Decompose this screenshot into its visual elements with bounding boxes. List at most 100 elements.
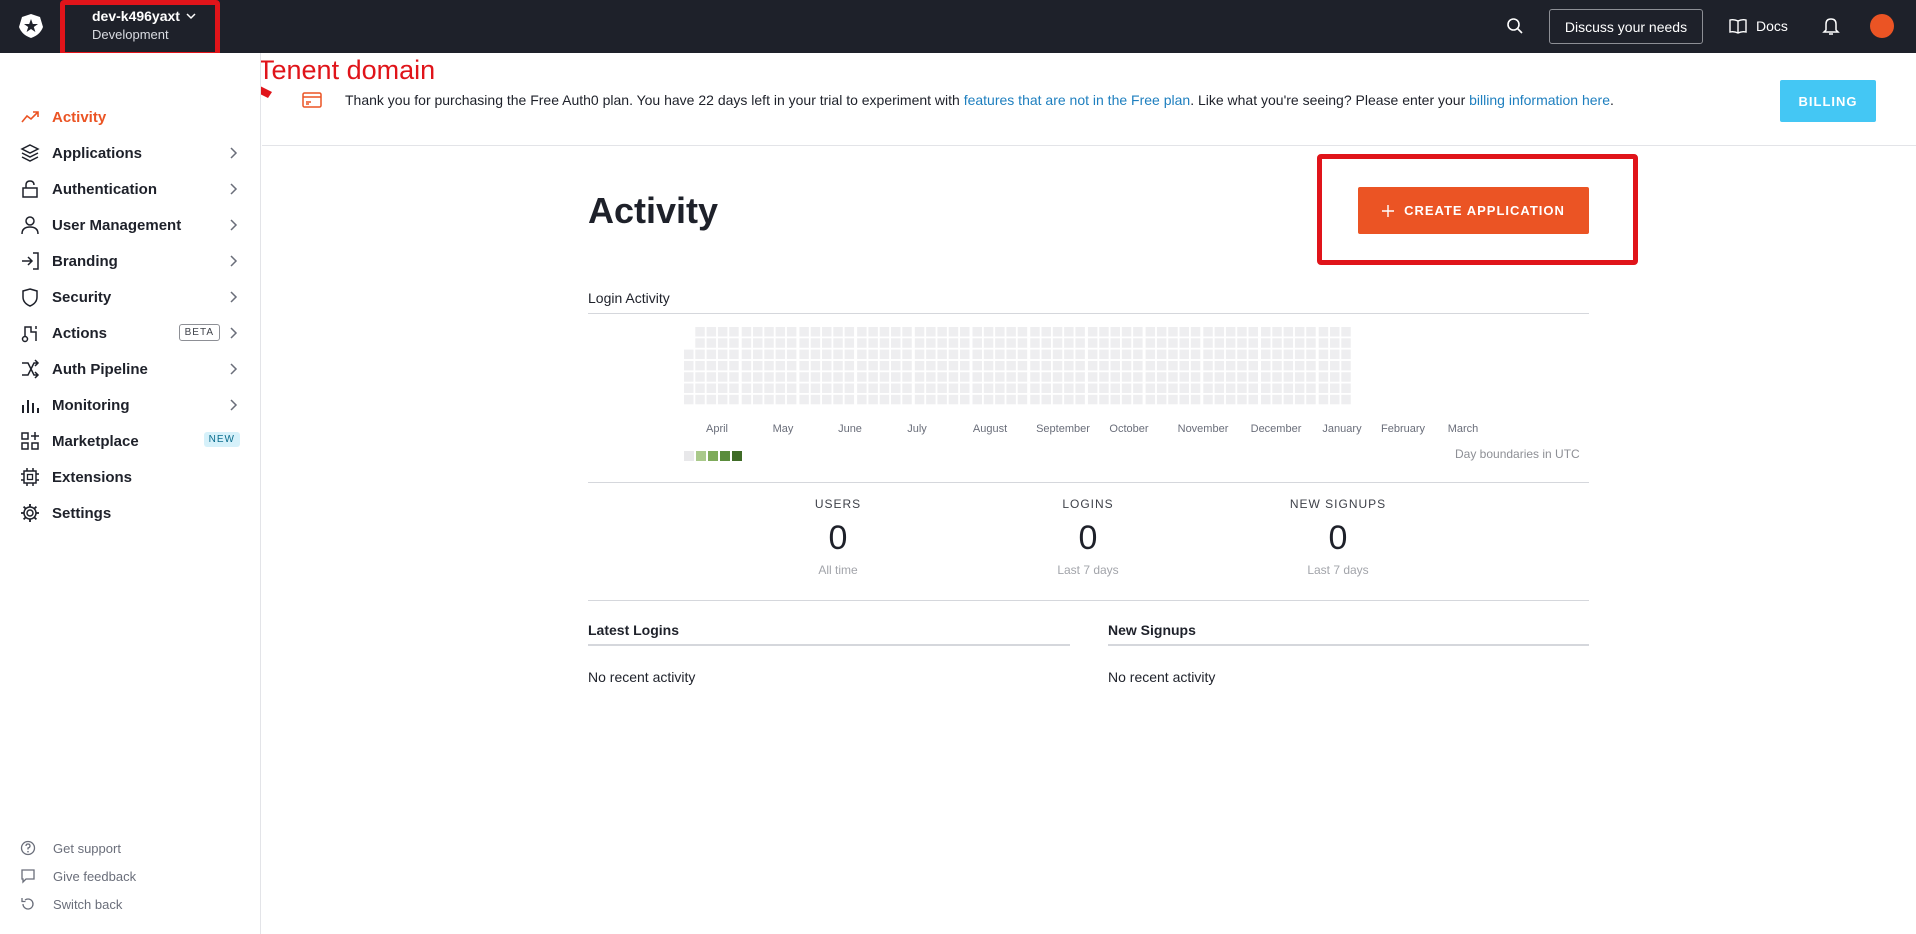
heatmap-cell <box>1283 360 1294 371</box>
heatmap-cell <box>1203 383 1213 393</box>
heatmap-cell <box>1145 338 1156 348</box>
docs-link[interactable]: Docs <box>1729 15 1788 37</box>
heatmap-cell <box>926 372 936 382</box>
sidebar-item-auth-pipeline[interactable]: Auth Pipeline <box>20 352 240 386</box>
heatmap-cell <box>822 360 832 371</box>
layers-icon <box>20 143 40 163</box>
heatmap-cell <box>1030 327 1040 337</box>
sidebar-item-authentication[interactable]: Authentication <box>20 172 240 206</box>
heatmap-cell <box>810 338 821 348</box>
chevron-right-icon <box>230 399 238 411</box>
heatmap-cell <box>1168 338 1178 348</box>
heatmap-cell <box>891 327 901 337</box>
heatmap-cell <box>1190 338 1201 348</box>
heatmap-cell <box>1283 372 1294 382</box>
billing-information-link[interactable]: billing information here <box>1469 92 1610 108</box>
heatmap-cell <box>1168 394 1178 405</box>
heatmap-cell <box>960 394 970 405</box>
sidebar-item-security[interactable]: Security <box>20 280 240 314</box>
features-not-in-free-plan-link[interactable]: features that are not in the Free plan <box>964 92 1190 108</box>
give-feedback-link[interactable]: Give feedback <box>20 866 136 886</box>
sidebar-item-monitoring[interactable]: Monitoring <box>20 388 240 422</box>
heatmap-cell <box>1306 327 1316 337</box>
billing-button[interactable]: BILLING <box>1780 80 1876 122</box>
heatmap-cell <box>1248 338 1258 348</box>
sidebar-item-applications[interactable]: Applications <box>20 136 240 170</box>
month-label: September <box>1036 423 1090 435</box>
heatmap-cell <box>1179 372 1189 382</box>
heatmap-cell <box>844 372 855 382</box>
heatmap-cell <box>1156 372 1167 382</box>
heatmap-cell <box>684 383 694 393</box>
get-support-label: Get support <box>53 840 121 856</box>
heatmap-cell <box>972 372 982 382</box>
heatmap-cell <box>857 394 867 405</box>
heatmap-cell <box>914 383 925 393</box>
heatmap-cell <box>914 338 925 348</box>
month-label: July <box>907 423 927 435</box>
create-application-button[interactable]: CREATE APPLICATION <box>1358 187 1589 234</box>
heatmap-cell <box>810 360 821 371</box>
get-support-link[interactable]: Get support <box>20 838 121 858</box>
heatmap-cell <box>764 372 774 382</box>
heatmap-cell <box>902 372 912 382</box>
search-icon[interactable] <box>1505 16 1525 36</box>
heatmap-cell <box>1203 394 1213 405</box>
heatmap-cell <box>844 383 855 393</box>
heatmap-cell <box>1248 383 1258 393</box>
heatmap-cell <box>857 383 867 393</box>
heatmap-cell <box>1110 349 1120 360</box>
heatmap-cell <box>1133 372 1143 382</box>
heatmap-cell <box>857 349 867 360</box>
heatmap-cell <box>695 349 705 360</box>
heatmap-cell <box>926 360 936 371</box>
heatmap-cell <box>1087 383 1098 393</box>
heatmap-cell <box>1330 338 1340 348</box>
heatmap-cell <box>1306 372 1316 382</box>
heatmap-cell <box>879 372 890 382</box>
heatmap-cell <box>1087 338 1098 348</box>
heatmap-cell <box>786 349 797 360</box>
avatar[interactable] <box>1870 14 1894 38</box>
sidebar-item-activity[interactable]: Activity <box>20 100 240 134</box>
new-badge: NEW <box>203 432 240 447</box>
trial-banner: Thank you for purchasing the Free Auth0 … <box>262 53 1916 146</box>
sidebar-item-extensions[interactable]: Extensions <box>20 460 240 494</box>
pipeline-icon <box>20 359 40 379</box>
heatmap-cell <box>1214 372 1225 382</box>
sidebar-item-user-management[interactable]: User Management <box>20 208 240 242</box>
auth0-logo-icon[interactable] <box>18 13 44 39</box>
heatmap-cell <box>1248 349 1258 360</box>
heatmap-cell <box>1110 372 1120 382</box>
sidebar-item-actions[interactable]: Actions BETA <box>20 316 240 350</box>
discuss-your-needs-button[interactable]: Discuss your needs <box>1549 9 1703 44</box>
heatmap-cell <box>1318 338 1329 348</box>
heatmap-cell <box>1248 394 1258 405</box>
heatmap-cell <box>1121 349 1132 360</box>
heatmap-cell <box>1099 349 1109 360</box>
heatmap-cell <box>775 394 786 405</box>
heatmap-cell <box>786 394 797 405</box>
divider <box>588 313 1589 314</box>
lock-icon <box>20 179 40 199</box>
chat-icon <box>21 869 35 884</box>
heatmap-cell <box>857 327 867 337</box>
heatmap-cell <box>1030 372 1040 382</box>
heatmap-cell <box>1110 383 1120 393</box>
sidebar-item-branding[interactable]: Branding <box>20 244 240 278</box>
sidebar-item-settings[interactable]: Settings <box>20 496 240 530</box>
heatmap-cell <box>764 349 774 360</box>
heatmap-cell <box>684 349 694 360</box>
switch-back-link[interactable]: Switch back <box>20 894 122 914</box>
heatmap-cell <box>868 383 878 393</box>
stat-users: USERS 0 All time <box>738 497 938 577</box>
bell-icon[interactable] <box>1822 16 1840 36</box>
heatmap-cell <box>1133 349 1143 360</box>
heatmap-cell <box>764 394 774 405</box>
marketplace-icon <box>20 431 40 451</box>
heatmap-cell <box>775 360 786 371</box>
heatmap-cell <box>1099 372 1109 382</box>
heatmap-cell <box>1030 360 1040 371</box>
heatmap-cell <box>1087 372 1098 382</box>
sidebar-item-marketplace[interactable]: Marketplace NEW <box>20 424 240 458</box>
